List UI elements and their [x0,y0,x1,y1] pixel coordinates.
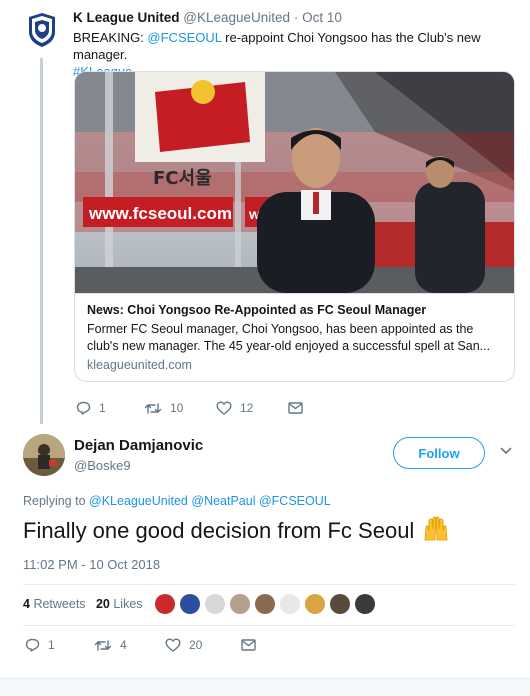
liker-avatars [155,594,380,614]
card-body: News: Choi Yongsoo Re-Appointed as FC Se… [75,293,514,381]
author-handle[interactable]: @Boske9 [74,458,131,473]
follow-button[interactable]: Follow [393,437,485,469]
liker-avatar[interactable] [230,594,250,614]
heart-icon [216,401,232,415]
card-title[interactable]: News: Choi Yongsoo Re-Appointed as FC Se… [87,302,504,318]
avatar[interactable] [23,434,65,476]
reply-count: 1 [99,401,106,415]
divider [23,625,515,626]
like-action[interactable]: 12 [216,401,288,415]
like-count: 12 [240,401,254,415]
thread-connector-line [40,58,43,424]
envelope-icon [288,402,303,414]
sign-fc-seoul-korean: FC서울 [153,168,212,189]
likes-label[interactable]: Likes [113,597,142,611]
replying-to: Replying to @KLeagueUnited @NeatPaul @FC… [23,494,331,508]
direct-message-action[interactable] [288,402,303,414]
sign-fcseoul-url: www.fcseoul.com [88,204,232,223]
liker-avatar[interactable] [280,594,300,614]
envelope-icon [241,639,256,651]
replying-to-neatpaul[interactable]: @NeatPaul [191,494,255,508]
retweet-count: 4 [120,638,127,652]
tweet-stats: 4 Retweets 20 Likes [23,597,143,611]
reply-action[interactable]: 1 [76,401,144,415]
liker-avatar[interactable] [205,594,225,614]
retweet-icon [144,402,162,414]
mention-link[interactable]: @FCSEOUL [147,30,221,45]
user-photo-icon [23,434,65,476]
chevron-down-icon[interactable] [500,447,512,455]
retweets-count[interactable]: 4 [23,597,30,611]
replying-to-fcseoul[interactable]: @FCSEOUL [259,494,331,508]
card-description: Former FC Seoul manager, Choi Yongsoo, h… [87,322,491,353]
raising-hands-emoji-icon [424,516,448,541]
like-count: 20 [189,638,203,652]
card-image: www.fcseoul.com www.fcse FC서울 [75,72,514,293]
k-league-united-logo-avatar[interactable] [27,12,57,48]
divider [23,584,515,585]
author-name[interactable]: K League United [73,10,180,25]
card-domain: kleagueunited.com [87,358,192,372]
tweet-body: Finally one good decision from Fc Seoul [23,518,415,543]
liker-avatar[interactable] [355,594,375,614]
author-name[interactable]: Dejan Damjanovic [74,437,203,454]
reply-icon [25,638,40,652]
retweet-icon [94,639,112,651]
tweet-timestamp[interactable]: 11:02 PM - 10 Oct 2018 [23,557,160,572]
tweet-text-prefix: BREAKING: [73,30,148,45]
liker-avatar[interactable] [155,594,175,614]
like-action[interactable]: 20 [165,638,241,652]
liker-avatar[interactable] [180,594,200,614]
reply-action[interactable]: 1 [25,638,94,652]
reply-icon [76,401,91,415]
liker-avatar[interactable] [305,594,325,614]
retweets-label[interactable]: Retweets [33,597,85,611]
tweet-text: Finally one good decision from Fc Seoul [23,516,450,546]
likes-count[interactable]: 20 [96,597,110,611]
direct-message-action[interactable] [241,639,256,651]
reply-count: 1 [48,638,55,652]
liker-avatar[interactable] [255,594,275,614]
retweet-action[interactable]: 10 [144,401,216,415]
replying-to-kleagueunited[interactable]: @KLeagueUnited [89,494,188,508]
stadium-photo: www.fcseoul.com www.fcse FC서울 [75,72,514,293]
liker-avatar[interactable] [330,594,350,614]
link-preview-card[interactable]: www.fcseoul.com www.fcse FC서울 News: Choi… [74,71,515,382]
next-tweet-edge [0,678,530,696]
retweet-count: 10 [170,401,184,415]
replying-label: Replying to [23,494,90,508]
tweet-time[interactable]: · Oct 10 [294,10,342,25]
tweet1-actions: 1 10 12 [76,401,303,415]
tweet-header: K League United @KLeagueUnited · Oct 10 [73,10,342,25]
tweet2-actions: 1 4 20 [25,638,256,652]
heart-icon [165,638,181,652]
author-handle[interactable]: @KLeagueUnited [183,10,290,25]
retweet-action[interactable]: 4 [94,638,165,652]
